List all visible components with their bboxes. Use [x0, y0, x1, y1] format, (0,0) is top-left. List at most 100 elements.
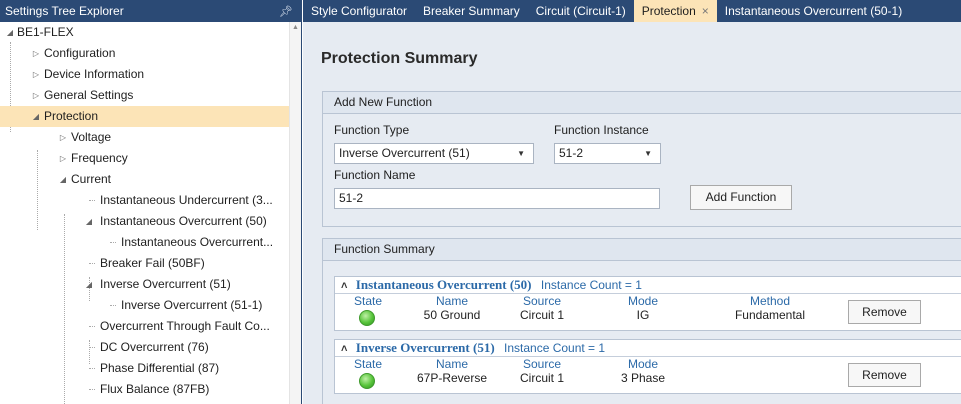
panel-header: Settings Tree Explorer 📌︎ [0, 0, 301, 22]
method-column: Method Fundamental [715, 294, 825, 322]
column-header: State [353, 357, 383, 371]
tree-item-protection[interactable]: ◢ Protection [0, 106, 301, 127]
function-title: Instantaneous Overcurrent (50) [355, 277, 532, 292]
document-area: Style Configurator Breaker Summary Circu… [303, 0, 961, 404]
tree-item-instantaneous-undercurrent[interactable]: Instantaneous Undercurrent (3... [0, 190, 301, 211]
function-instance-label: Function Instance [554, 123, 649, 137]
column-header: Mode [627, 294, 659, 308]
tree-item-label: Breaker Fail (50BF) [100, 256, 205, 270]
function-name-input[interactable]: 51-2 [334, 188, 660, 209]
function-summary-group: Function Summary ˄ Instantaneous Overcur… [322, 238, 961, 404]
group-header: Add New Function [323, 92, 961, 114]
collapse-chevron-icon[interactable]: ˄ [341, 280, 347, 292]
tree-scrollbar[interactable]: ▲ [289, 22, 301, 404]
summary-item-header[interactable]: ˄ Inverse Overcurrent (51) Instance Coun… [335, 340, 961, 357]
remove-button[interactable]: Remove [848, 363, 921, 387]
page-title: Protection Summary [321, 50, 478, 67]
collapse-icon[interactable]: ◢ [84, 211, 94, 232]
column-header: State [353, 294, 383, 308]
expand-icon[interactable]: ▷ [31, 43, 41, 64]
tree-item-label: Inverse Overcurrent (51-1) [121, 298, 263, 312]
column-header: Method [749, 294, 791, 308]
tree-item-label: Instantaneous Overcurrent (50) [100, 214, 267, 228]
tab-style-configurator[interactable]: Style Configurator [303, 0, 415, 22]
expand-icon[interactable]: ▷ [31, 85, 41, 106]
tree-item-instantaneous-overcurrent-50-1[interactable]: Instantaneous Overcurrent... [0, 232, 301, 253]
source-column: Source Circuit 1 [507, 357, 577, 385]
function-instance-dropdown[interactable]: 51-2 ▼ [554, 143, 661, 164]
tree-item-frequency[interactable]: ▷ Frequency [0, 148, 301, 169]
column-header: Source [522, 294, 562, 308]
column-value: 3 Phase [620, 371, 666, 385]
tab-circuit[interactable]: Circuit (Circuit-1) [528, 0, 634, 22]
tree-item-inverse-overcurrent-51[interactable]: ◢ Inverse Overcurrent (51) [0, 274, 301, 295]
tree-item-instantaneous-overcurrent-50[interactable]: ◢ Instantaneous Overcurrent (50) [0, 211, 301, 232]
add-function-button[interactable]: Add Function [690, 185, 792, 210]
tab-label: Breaker Summary [423, 4, 520, 18]
tree-item-general-settings[interactable]: ▷ General Settings [0, 85, 301, 106]
tree-item-label: Current [71, 172, 112, 186]
close-icon[interactable]: × [702, 4, 709, 18]
expand-icon[interactable]: ▷ [58, 148, 68, 169]
function-type-dropdown[interactable]: Inverse Overcurrent (51) ▼ [334, 143, 534, 164]
tree-item-current[interactable]: ◢ Current [0, 169, 301, 190]
function-title: Inverse Overcurrent (51) [355, 340, 495, 355]
tab-instantaneous-overcurrent-50-1[interactable]: Instantaneous Overcurrent (50-1) [717, 0, 910, 22]
tab-label: Style Configurator [311, 4, 408, 18]
instance-count: Instance Count = 1 [540, 278, 642, 292]
state-column: State [345, 357, 391, 371]
tree-item-label: General Settings [44, 88, 134, 102]
summary-item-instantaneous-overcurrent: ˄ Instantaneous Overcurrent (50) Instanc… [334, 276, 961, 331]
mode-column: Mode IG [613, 294, 673, 322]
group-header: Function Summary [323, 239, 961, 261]
status-indicator [359, 373, 375, 389]
instance-count: Instance Count = 1 [504, 341, 606, 355]
summary-item-inverse-overcurrent: ˄ Inverse Overcurrent (51) Instance Coun… [334, 339, 961, 394]
tab-label: Instantaneous Overcurrent (50-1) [724, 4, 903, 18]
scroll-up-icon[interactable]: ▲ [290, 24, 301, 31]
chevron-down-icon: ▼ [644, 149, 652, 158]
tab-protection[interactable]: Protection × [633, 0, 717, 22]
tree-item-voltage[interactable]: ▷ Voltage [0, 127, 301, 148]
tree-item-label: BE1-FLEX [17, 25, 74, 39]
name-column: Name 50 Ground [407, 294, 497, 322]
tree-item-configuration[interactable]: ▷ Configuration [0, 43, 301, 64]
tree-item-breaker-fail[interactable]: Breaker Fail (50BF) [0, 253, 301, 274]
name-column: Name 67P-Reverse [407, 357, 497, 385]
tree-item-device-information[interactable]: ▷ Device Information [0, 64, 301, 85]
tree-item-label: Configuration [44, 46, 116, 60]
tab-bar: Style Configurator Breaker Summary Circu… [303, 0, 961, 22]
expand-icon[interactable]: ▷ [58, 127, 68, 148]
column-value: Circuit 1 [519, 308, 564, 322]
collapse-icon[interactable]: ◢ [31, 106, 41, 127]
collapse-icon[interactable]: ◢ [5, 22, 15, 43]
column-header: Mode [627, 357, 659, 371]
remove-button[interactable]: Remove [848, 300, 921, 324]
tree-item-label: Phase Differential (87) [100, 361, 220, 375]
expand-icon[interactable]: ▷ [31, 64, 41, 85]
pin-icon[interactable]: 📌︎ [279, 5, 293, 18]
tab-breaker-summary[interactable]: Breaker Summary [415, 0, 528, 22]
tree-item-dc-overcurrent[interactable]: DC Overcurrent (76) [0, 337, 301, 358]
collapse-chevron-icon[interactable]: ˄ [341, 343, 347, 355]
function-name-value: 51-2 [339, 191, 364, 205]
summary-item-header[interactable]: ˄ Instantaneous Overcurrent (50) Instanc… [335, 277, 961, 294]
column-header: Name [435, 357, 468, 371]
tree-item-label: Protection [44, 109, 99, 123]
function-instance-value: 51-2 [559, 146, 584, 160]
tree-item-inverse-overcurrent-51-1[interactable]: Inverse Overcurrent (51-1) [0, 295, 301, 316]
tree-item-label: Device Information [44, 67, 145, 81]
tree-item-label: DC Overcurrent (76) [100, 340, 209, 354]
tree-item-phase-differential[interactable]: Phase Differential (87) [0, 358, 301, 379]
panel-title: Settings Tree Explorer [5, 4, 124, 18]
collapse-icon[interactable]: ◢ [84, 274, 94, 295]
column-value: IG [636, 308, 650, 322]
tree-item-be1-flex[interactable]: ◢ BE1-FLEX [0, 22, 301, 43]
tree-item-overcurrent-through-fault[interactable]: Overcurrent Through Fault Co... [0, 316, 301, 337]
collapse-icon[interactable]: ◢ [58, 169, 68, 190]
settings-tree: ◢ BE1-FLEX ▷ Configuration ▷ Device Info… [0, 22, 301, 404]
tree-item-flux-balance[interactable]: Flux Balance (87FB) [0, 379, 301, 400]
chevron-down-icon: ▼ [517, 149, 525, 158]
column-header: Source [522, 357, 562, 371]
add-new-function-group: Add New Function Function Type Inverse O… [322, 91, 961, 227]
